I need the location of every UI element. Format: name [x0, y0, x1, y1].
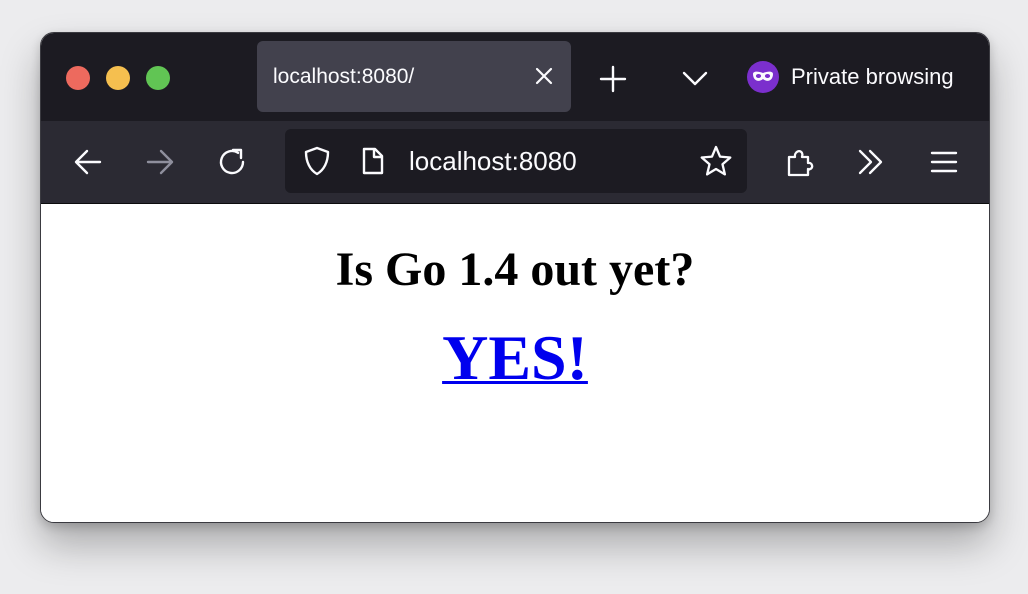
minimize-window-button[interactable] — [106, 66, 130, 90]
tab-active[interactable]: localhost:8080/ — [257, 41, 571, 112]
navigation-toolbar: localhost:8080 — [41, 121, 989, 204]
puzzle-icon[interactable] — [784, 146, 816, 178]
reload-icon[interactable] — [216, 146, 248, 178]
plus-icon[interactable] — [599, 65, 627, 93]
page-content: Is Go 1.4 out yet? YES! — [41, 204, 989, 522]
browser-window: localhost:8080/ Private browsing localho… — [40, 32, 990, 523]
page-heading: Is Go 1.4 out yet? — [335, 243, 695, 296]
address-bar[interactable]: localhost:8080 — [285, 129, 747, 193]
page-icon[interactable] — [359, 146, 387, 176]
shield-icon[interactable] — [301, 145, 333, 177]
private-browsing-label: Private browsing — [791, 64, 954, 89]
star-icon[interactable] — [699, 144, 733, 178]
chevron-down-icon[interactable] — [681, 67, 709, 91]
tab-title: localhost:8080/ — [273, 65, 415, 88]
arrow-right-icon[interactable] — [144, 146, 176, 178]
close-icon[interactable] — [531, 63, 557, 89]
maximize-window-button[interactable] — [146, 66, 170, 90]
mask-icon — [747, 61, 779, 93]
hamburger-icon[interactable] — [928, 146, 960, 178]
arrow-left-icon[interactable] — [72, 146, 104, 178]
url-text[interactable]: localhost:8080 — [409, 146, 577, 177]
tab-bar: localhost:8080/ Private browsing — [41, 33, 989, 121]
double-chevron-icon[interactable] — [855, 146, 887, 178]
private-browsing-indicator: Private browsing — [747, 59, 954, 95]
answer-link[interactable]: YES! — [442, 321, 588, 395]
close-window-button[interactable] — [66, 66, 90, 90]
